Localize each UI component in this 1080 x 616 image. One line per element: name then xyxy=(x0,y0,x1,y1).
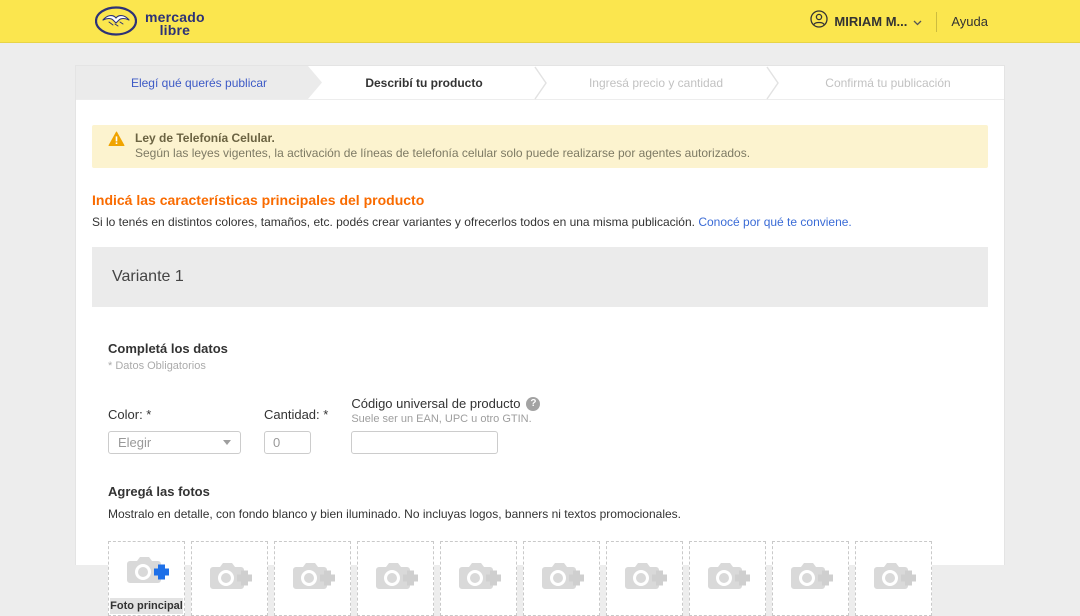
required-note: * Datos Obligatorios xyxy=(108,360,206,372)
step-4: Confirmá tu publicación xyxy=(825,75,951,90)
main-photo-label: Foto principal xyxy=(110,598,183,614)
step-1[interactable]: Elegí qué querés publicar xyxy=(76,66,322,99)
camera-plus-icon xyxy=(207,559,253,598)
photo-slot[interactable] xyxy=(606,541,683,616)
page-subtitle: Si lo tenés en distintos colores, tamaño… xyxy=(92,215,695,229)
camera-plus-icon xyxy=(871,559,917,598)
header-divider xyxy=(936,11,938,32)
handshake-logo-icon xyxy=(94,6,138,41)
quantity-input[interactable] xyxy=(264,431,311,454)
photo-slot-main[interactable]: Foto principal xyxy=(108,541,185,616)
color-select[interactable]: Elegir xyxy=(108,431,241,454)
upc-field: Código universal de producto ? Suele ser… xyxy=(351,396,541,454)
photo-slot[interactable] xyxy=(440,541,517,616)
steps-breadcrumb: Elegí qué querés publicar Describí tu pro… xyxy=(76,66,1004,100)
warning-title: Ley de Telefonía Celular. xyxy=(135,131,275,145)
quantity-label: Cantidad: * xyxy=(264,407,329,422)
photo-slot[interactable] xyxy=(191,541,268,616)
photos-subtitle: Mostralo en detalle, con fondo blanco y … xyxy=(108,507,681,521)
camera-plus-icon xyxy=(539,559,585,598)
why-variants-link[interactable]: Conocé por qué te conviene. xyxy=(698,215,851,229)
quantity-field: Cantidad: * xyxy=(264,407,328,454)
upc-help-icon[interactable]: ? xyxy=(526,396,541,411)
color-select-value: Elegir xyxy=(118,435,152,450)
variant-panel-header[interactable]: Variante 1 xyxy=(92,247,988,307)
logo-wordmark: mercado libre xyxy=(145,8,205,38)
upc-label: Código universal de producto xyxy=(351,396,521,411)
select-caret-icon xyxy=(223,440,231,445)
photo-slots: Foto principal xyxy=(108,541,972,616)
camera-plus-icon xyxy=(622,559,668,598)
top-header: mercado libre MIRIAM M... Ayuda xyxy=(0,0,1080,43)
camera-plus-icon xyxy=(290,559,336,598)
form-section-title: Completá los datos xyxy=(108,341,228,356)
camera-plus-icon xyxy=(124,553,170,592)
camera-plus-icon xyxy=(788,559,834,598)
publish-flow-card: Elegí qué querés publicar Describí tu pro… xyxy=(75,65,1005,616)
photos-section-title: Agregá las fotos xyxy=(108,484,210,499)
upc-input[interactable] xyxy=(351,431,499,454)
photo-slot[interactable] xyxy=(274,541,351,616)
warning-body: Según las leyes vigentes, la activación … xyxy=(135,146,751,160)
color-label: Color: * xyxy=(108,407,152,422)
chevron-down-icon xyxy=(913,13,922,31)
warning-banner: Ley de Telefonía Celular. Según las leye… xyxy=(92,125,988,168)
user-menu[interactable]: MIRIAM M... xyxy=(810,10,922,33)
camera-plus-icon xyxy=(456,559,502,598)
warning-icon xyxy=(108,131,125,152)
mercadolibre-logo[interactable]: mercado libre xyxy=(94,6,205,41)
help-link[interactable]: Ayuda xyxy=(951,14,988,29)
user-name: MIRIAM M... xyxy=(834,14,908,29)
camera-plus-icon xyxy=(705,559,751,598)
photo-slot[interactable] xyxy=(689,541,766,616)
photo-slot[interactable] xyxy=(357,541,434,616)
color-field: Color: * Elegir xyxy=(108,407,241,454)
step-2[interactable]: Describí tu producto xyxy=(308,66,540,99)
variant-title: Variante 1 xyxy=(112,268,184,285)
user-avatar-icon xyxy=(810,10,829,33)
step-3: Ingresá precio y cantidad xyxy=(588,75,724,90)
photo-slot[interactable] xyxy=(772,541,849,616)
photo-slot[interactable] xyxy=(523,541,600,616)
photo-slot[interactable] xyxy=(855,541,932,616)
upc-hint: Suele ser un EAN, UPC u otro GTIN. xyxy=(351,413,532,425)
page-title: Indicá las características principales d… xyxy=(92,192,425,208)
camera-plus-icon xyxy=(373,559,419,598)
